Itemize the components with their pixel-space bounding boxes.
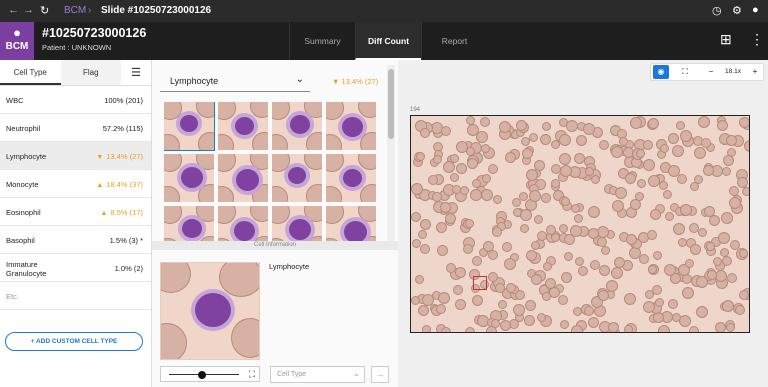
- cell-type-value: 1.0% (2): [114, 264, 143, 273]
- tab-flag[interactable]: Flag: [60, 60, 121, 85]
- refresh-icon[interactable]: ↻: [40, 4, 49, 17]
- cell-type-name: Etc.: [6, 292, 19, 301]
- cell-type-row[interactable]: Eosinophil ▲ 8.5% (17): [0, 198, 151, 226]
- cell-type-value: 1.5% (3) *: [109, 236, 143, 245]
- cell-thumbnail-grid: [164, 102, 378, 243]
- forward-arrow-icon[interactable]: →: [23, 4, 34, 16]
- cell-type-value: 57.2% (115): [102, 124, 143, 133]
- trend-up-icon: ▲: [100, 210, 108, 217]
- cell-type-name: WBC: [6, 96, 24, 105]
- cell-type-panel: Cell Type Flag ☰ WBC 100% (201) Neutrophil…: [0, 60, 152, 387]
- tab-diff-count[interactable]: Diff Count: [355, 22, 421, 60]
- clock-icon[interactable]: ◷: [712, 4, 722, 17]
- blood-smear-image[interactable]: [410, 115, 750, 333]
- chevron-down-icon: ⌄: [353, 369, 360, 378]
- cell-info-bar: Cell Information: [152, 241, 398, 250]
- selected-cell-marker[interactable]: [473, 276, 487, 290]
- tab-cell-type[interactable]: Cell Type: [0, 60, 61, 85]
- logo: ● BCM: [0, 22, 34, 60]
- slider-knob[interactable]: [198, 371, 206, 379]
- fit-view-icon[interactable]: ⛶: [677, 65, 693, 79]
- slide-title: #10250723000126: [42, 26, 147, 40]
- cell-thumbnail[interactable]: [272, 206, 322, 243]
- selected-count: ▼ 13.4% (27): [332, 77, 379, 86]
- header: ● BCM #10250723000126 Patient : UNKNOWN …: [0, 22, 768, 60]
- trend-up-icon: ▲: [96, 182, 104, 189]
- cell-thumbnail[interactable]: [326, 102, 376, 150]
- cell-type-row[interactable]: Neutrophil 57.2% (115): [0, 114, 151, 142]
- tab-report[interactable]: Report: [421, 22, 487, 60]
- add-comment-icon[interactable]: ⊞: [720, 31, 732, 48]
- cell-type-list: WBC 100% (201) Neutrophil 57.2% (115) Lympho…: [0, 86, 151, 310]
- cell-gallery-panel: Lymphocyte ⌄ ▼ 13.4% (27) Cell Informati…: [152, 60, 398, 387]
- chevron-right-icon: ›: [88, 5, 92, 16]
- cell-thumbnail[interactable]: [218, 206, 268, 243]
- cell-type-name: Eosinophil: [6, 208, 41, 217]
- cell-thumbnail[interactable]: [164, 206, 214, 243]
- user-icon[interactable]: ●: [752, 4, 759, 16]
- fit-screen-icon[interactable]: ⛶: [249, 369, 255, 380]
- cell-thumbnail[interactable]: [164, 154, 214, 202]
- cell-type-name: Monocyte: [6, 180, 39, 189]
- slide-viewer: ◉ ⛶ − 18.1x + 194: [398, 60, 768, 387]
- cell-detail-image: [160, 262, 260, 360]
- cell-type-value: ▲ 18.4% (37): [96, 180, 143, 189]
- cell-type-row[interactable]: Basophil 1.5% (3) *: [0, 226, 151, 254]
- slide-breadcrumb: Slide #10250723000126: [101, 5, 212, 16]
- viewer-toolbar: ◉ ⛶ − 18.1x +: [650, 63, 764, 81]
- cell-thumbnail[interactable]: [326, 154, 376, 202]
- cell-type-value: ▼ 13.4% (27): [96, 152, 143, 161]
- cell-type-row[interactable]: Immature Granulocyte 1.0% (2): [0, 254, 151, 282]
- add-custom-cell-type-button[interactable]: + ADD CUSTOM CELL TYPE: [5, 332, 143, 351]
- zoom-slider[interactable]: ⛶: [160, 366, 260, 382]
- cell-thumbnail[interactable]: [326, 206, 376, 243]
- cell-thumbnail[interactable]: [272, 154, 322, 202]
- cell-type-name: Basophil: [6, 236, 35, 245]
- cell-type-name: Neutrophil: [6, 124, 41, 133]
- cell-type-dropdown[interactable]: Lymphocyte ⌄: [160, 72, 310, 92]
- cell-type-value: 100% (201): [104, 96, 143, 105]
- cell-type-name: Lymphocyte: [6, 152, 47, 161]
- eye-icon[interactable]: ◉: [653, 65, 669, 79]
- cell-type-row[interactable]: WBC 100% (201): [0, 86, 151, 114]
- zoom-level: 18.1x: [725, 68, 741, 75]
- brand-link[interactable]: BCM: [64, 5, 86, 16]
- top-bar: ← → ↻ BCM › Slide #10250723000126 ◷ ⚙ ●: [0, 0, 768, 22]
- main-tabs: Summary Diff Count Report: [289, 22, 487, 60]
- cell-type-row[interactable]: Lymphocyte ▼ 13.4% (27): [0, 142, 151, 170]
- back-arrow-icon[interactable]: ←: [8, 4, 19, 16]
- more-icon[interactable]: ⋮: [750, 31, 764, 48]
- scale-label: 194: [410, 107, 421, 113]
- zoom-out-button[interactable]: −: [703, 65, 719, 79]
- reclassify-select[interactable]: Cell Type ⌄: [270, 366, 365, 383]
- gallery-scrollbar[interactable]: [387, 65, 395, 245]
- cell-type-row[interactable]: Etc.: [0, 282, 151, 310]
- cell-thumbnail[interactable]: [218, 102, 268, 150]
- drop-icon: ●: [13, 25, 21, 40]
- cell-detail-title: Lymphocyte: [269, 262, 310, 271]
- apply-arrow-button[interactable]: →: [371, 366, 389, 383]
- chevron-down-icon: ⌄: [295, 74, 304, 85]
- zoom-in-button[interactable]: +: [747, 65, 763, 79]
- patient-label: Patient : UNKNOWN: [42, 43, 112, 52]
- cell-thumbnail[interactable]: [218, 154, 268, 202]
- tab-summary[interactable]: Summary: [289, 22, 355, 60]
- cell-type-row[interactable]: Monocyte ▲ 18.4% (37): [0, 170, 151, 198]
- trend-down-icon: ▼: [96, 154, 104, 161]
- cell-thumbnail[interactable]: [272, 102, 322, 150]
- cell-type-name: Immature Granulocyte: [6, 260, 47, 278]
- gear-icon[interactable]: ⚙: [732, 4, 742, 17]
- left-tabs: Cell Type Flag ☰: [0, 60, 151, 86]
- cell-thumbnail[interactable]: [164, 102, 215, 151]
- list-menu-icon[interactable]: ☰: [121, 60, 151, 85]
- cell-type-value: ▲ 8.5% (17): [100, 208, 143, 217]
